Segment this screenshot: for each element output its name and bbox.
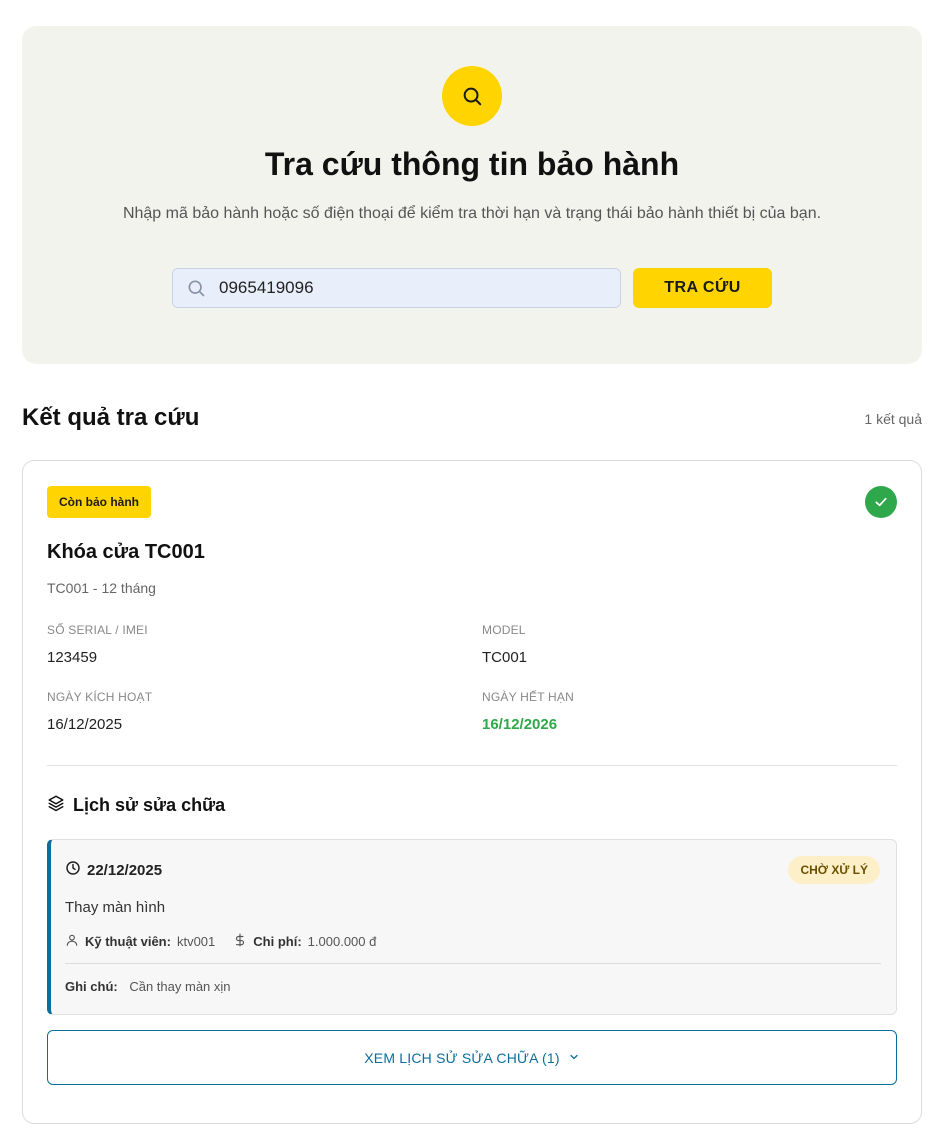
repair-status-badge: CHỜ XỬ LÝ: [788, 856, 880, 884]
view-repair-history-button[interactable]: XEM LỊCH SỬ SỬA CHỮA (1): [47, 1030, 897, 1085]
technician-value: ktv001: [176, 934, 216, 949]
dollar-icon: [233, 933, 247, 950]
repair-date-text: 22/12/2025: [87, 861, 163, 879]
cost-label: Chi phí:: [253, 934, 302, 949]
check-circle-icon: [865, 486, 897, 518]
serial-value: 123459: [47, 649, 98, 666]
warranty-status-badge: Còn bảo hành: [47, 486, 151, 518]
results-count: 1 kết quả: [864, 411, 922, 427]
repair-date: 22/12/2025: [65, 860, 162, 880]
product-name: Khóa cửa TC001: [47, 541, 205, 563]
repair-description: Thay màn hình: [65, 899, 166, 916]
note-label: Ghi chú:: [65, 979, 118, 994]
product-code-duration: TC001 - 12 tháng: [47, 580, 156, 596]
chevron-down-icon: [568, 1050, 580, 1066]
search-input-icon: [173, 278, 219, 298]
section-divider: [47, 765, 897, 766]
repair-history-heading: Lịch sử sửa chữa: [47, 794, 225, 817]
activation-date-value: 16/12/2025: [47, 716, 123, 733]
search-field[interactable]: [172, 268, 621, 308]
cost-value: 1.000.000 đ: [307, 934, 377, 949]
note-value: Cần thay màn xịn: [129, 979, 231, 994]
repair-divider: [65, 963, 881, 964]
model-value: TC001: [482, 649, 528, 666]
page-subtitle: Nhập mã bảo hành hoặc số điện thoại để k…: [122, 205, 822, 222]
warranty-lookup-hero: Tra cứu thông tin bảo hành Nhập mã bảo h…: [22, 26, 922, 364]
clock-icon: [65, 860, 81, 880]
repair-history-title: Lịch sử sửa chữa: [73, 795, 226, 815]
repair-entry: 22/12/2025 CHỜ XỬ LÝ Thay màn hình Kỹ th…: [47, 839, 897, 1015]
results-title: Kết quả tra cứu: [22, 404, 200, 431]
search-icon: [442, 66, 502, 126]
layers-icon: [47, 794, 65, 817]
activation-date-label: Ngày kích hoạt: [47, 690, 153, 704]
model-label: Model: [482, 623, 526, 637]
view-history-label: XEM LỊCH SỬ SỬA CHỮA (1): [364, 1049, 560, 1066]
technician-label: Kỹ thuật viên:: [85, 934, 171, 949]
warranty-result-card: Còn bảo hành Khóa cửa TC001 TC001 - 12 t…: [22, 460, 922, 1124]
page-title: Tra cứu thông tin bảo hành: [264, 146, 680, 182]
serial-label: Số serial / IMEI: [47, 623, 148, 637]
repair-note: Ghi chú: Cần thay màn xịn: [65, 979, 231, 994]
search-input[interactable]: [219, 269, 620, 307]
expiry-date-value: 16/12/2026: [482, 716, 558, 733]
repair-meta: Kỹ thuật viên: ktv001 Chi phí: 1.000.000…: [65, 933, 388, 950]
user-icon: [65, 933, 79, 950]
search-button[interactable]: TRA CỨU: [633, 268, 772, 308]
expiry-date-label: Ngày hết hạn: [482, 690, 574, 704]
